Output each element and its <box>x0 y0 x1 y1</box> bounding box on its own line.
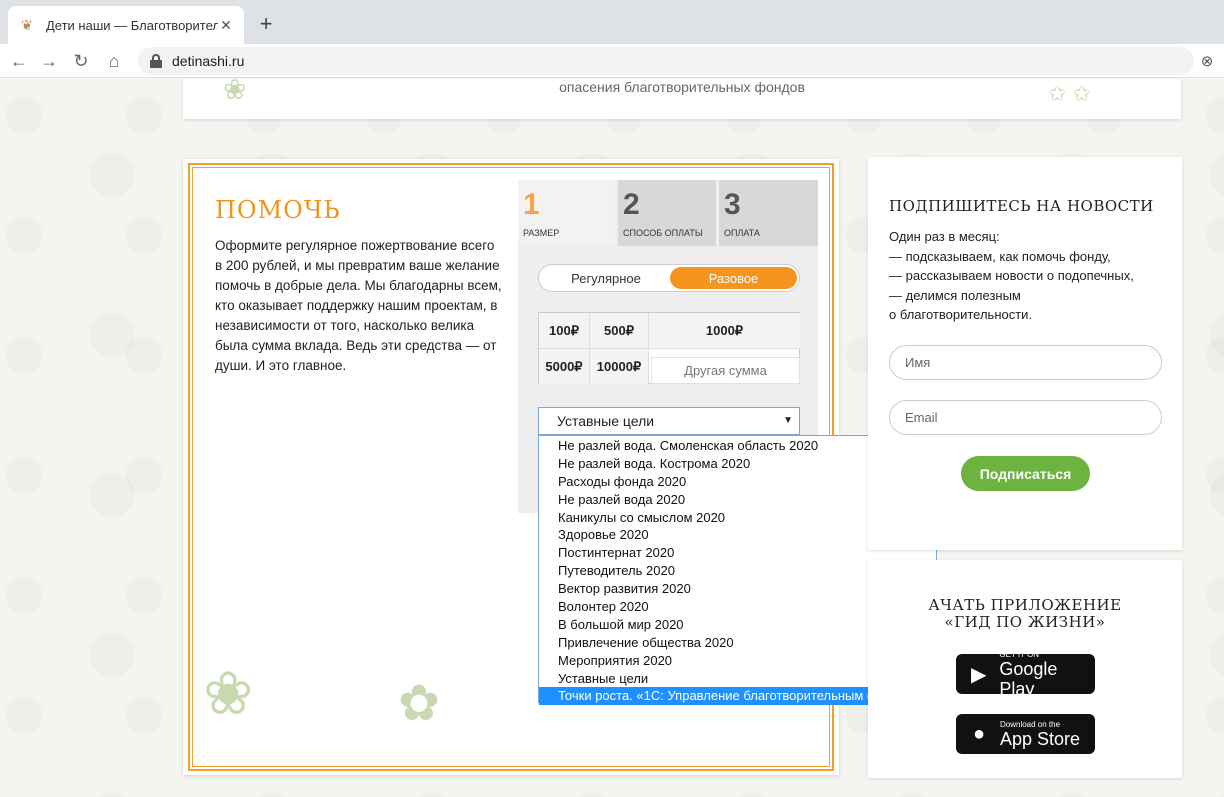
email-input[interactable]: Email <box>889 400 1162 435</box>
purpose-select-value: Уставные цели <box>557 413 655 429</box>
app-title-line: «ГИД ПО ЖИЗНИ» <box>944 613 1106 631</box>
dropdown-arrow-icon: ▼ <box>783 415 793 426</box>
site-favicon-icon: ❦ <box>21 16 33 33</box>
step-size[interactable]: 1 РАЗМЕР <box>518 180 615 246</box>
newsletter-title: ПОДПИШИТЕСЬ НА НОВОСТИ <box>889 197 1154 215</box>
amount-10000-button[interactable]: 10000₽ <box>590 349 649 384</box>
newsletter-card: ПОДПИШИТЕСЬ НА НОВОСТИ Один раз в месяц:… <box>868 157 1182 550</box>
google-play-button[interactable]: ▶ GET IT ON Google Play <box>956 650 1095 699</box>
app-download-card: АЧАТЬ ПРИЛОЖЕНИЕ «ГИД ПО ЖИЗНИ» ▶ GET IT… <box>868 560 1182 778</box>
tab-title: Дети наши — Благотворительн <box>46 17 218 33</box>
step-number: 3 <box>724 188 741 221</box>
app-store-text: Download on the App Store <box>1000 720 1080 749</box>
forward-arrow-icon[interactable]: → <box>38 50 60 72</box>
amount-5000-button[interactable]: 5000₽ <box>539 349 590 384</box>
newsletter-line: о благотворительности. <box>889 307 1033 322</box>
apple-icon: ● <box>972 722 986 745</box>
step-label: СПОСОБ ОПЛАТЫ <box>623 228 703 238</box>
google-play-big-text: Google Play <box>999 658 1058 699</box>
google-play-icon: ▶ <box>970 663 987 686</box>
newsletter-description: Один раз в месяц: — подсказываем, как по… <box>889 227 1169 325</box>
address-bar[interactable]: detinashi.ru <box>138 47 1194 75</box>
help-paragraph: Оформите регулярное пожертвование всего … <box>215 238 502 373</box>
step-label: ОПЛАТА <box>724 228 760 238</box>
help-description: Оформите регулярное пожертвование всего … <box>215 236 505 376</box>
reload-icon[interactable]: ↻ <box>70 50 92 72</box>
home-icon[interactable]: ⌂ <box>103 50 125 72</box>
toggle-regular[interactable]: Регулярное <box>542 267 670 289</box>
google-play-small-text: GET IT ON <box>999 649 1040 659</box>
top-card-text: опасения благотворительных фондов <box>559 79 805 95</box>
app-title-line: АЧАТЬ ПРИЛОЖЕНИЕ <box>928 596 1122 614</box>
url-text: detinashi.ru <box>172 53 245 69</box>
floral-decoration-icon: ❀ <box>203 660 254 727</box>
flower-decoration-icon: ✿ <box>398 675 440 731</box>
browser-toolbar: ← → ↻ ⌂ detinashi.ru ⊗ <box>0 44 1224 78</box>
back-arrow-icon[interactable]: ← <box>8 50 30 72</box>
app-store-small-text: Download on the <box>1000 719 1061 729</box>
browser-tabbar: ❦ Дети наши — Благотворительн ✕ + <box>0 0 1224 44</box>
cookie-blocked-icon[interactable]: ⊗ <box>1198 52 1216 70</box>
step-number: 2 <box>623 188 640 221</box>
toggle-onetime[interactable]: Разовое <box>670 267 797 289</box>
star-decoration-icon: ✩ ✩ <box>1048 81 1091 106</box>
new-tab-icon[interactable]: + <box>254 12 278 36</box>
newsletter-line: — подсказываем, как помочь фонду, <box>889 248 1111 264</box>
close-tab-icon[interactable]: ✕ <box>218 17 234 33</box>
top-card: ❀ опасения благотворительных фондов ✩ ✩ <box>183 74 1181 119</box>
amount-100-button[interactable]: 100₽ <box>539 313 590 349</box>
amount-500-button[interactable]: 500₽ <box>590 313 649 349</box>
newsletter-line: Один раз в месяц: <box>889 229 1000 244</box>
subscribe-button[interactable]: Подписаться <box>961 456 1090 491</box>
step-payment[interactable]: 3 ОПЛАТА <box>719 180 818 246</box>
newsletter-line: — делимся полезным <box>889 287 1021 303</box>
app-title: АЧАТЬ ПРИЛОЖЕНИЕ «ГИД ПО ЖИЗНИ» <box>868 597 1182 631</box>
amount-1000-button[interactable]: 1000₽ <box>649 313 800 349</box>
lock-icon <box>150 54 162 68</box>
app-store-big-text: App Store <box>1000 728 1081 749</box>
newsletter-line: — рассказываем новости о подопечных, <box>889 268 1134 283</box>
name-input[interactable]: Имя <box>889 345 1162 380</box>
frequency-toggle: Регулярное Разовое <box>538 264 800 292</box>
purpose-select[interactable]: Уставные цели ▼ <box>538 407 800 435</box>
app-store-button[interactable]: ● Download on the App Store <box>956 714 1095 754</box>
step-label: РАЗМЕР <box>523 228 560 238</box>
google-play-text: GET IT ON Google Play <box>999 650 1095 699</box>
other-amount-input[interactable]: Другая сумма <box>651 357 800 384</box>
amount-grid: 100₽ 500₽ 1000₽ 5000₽ 10000₽ Другая сумм… <box>538 312 800 384</box>
browser-tab[interactable]: ❦ Дети наши — Благотворительн ✕ <box>8 6 244 44</box>
help-title: ПОМОЧЬ <box>215 196 341 224</box>
step-payment-method[interactable]: 2 СПОСОБ ОПЛАТЫ <box>618 180 716 246</box>
step-number: 1 <box>523 188 540 221</box>
